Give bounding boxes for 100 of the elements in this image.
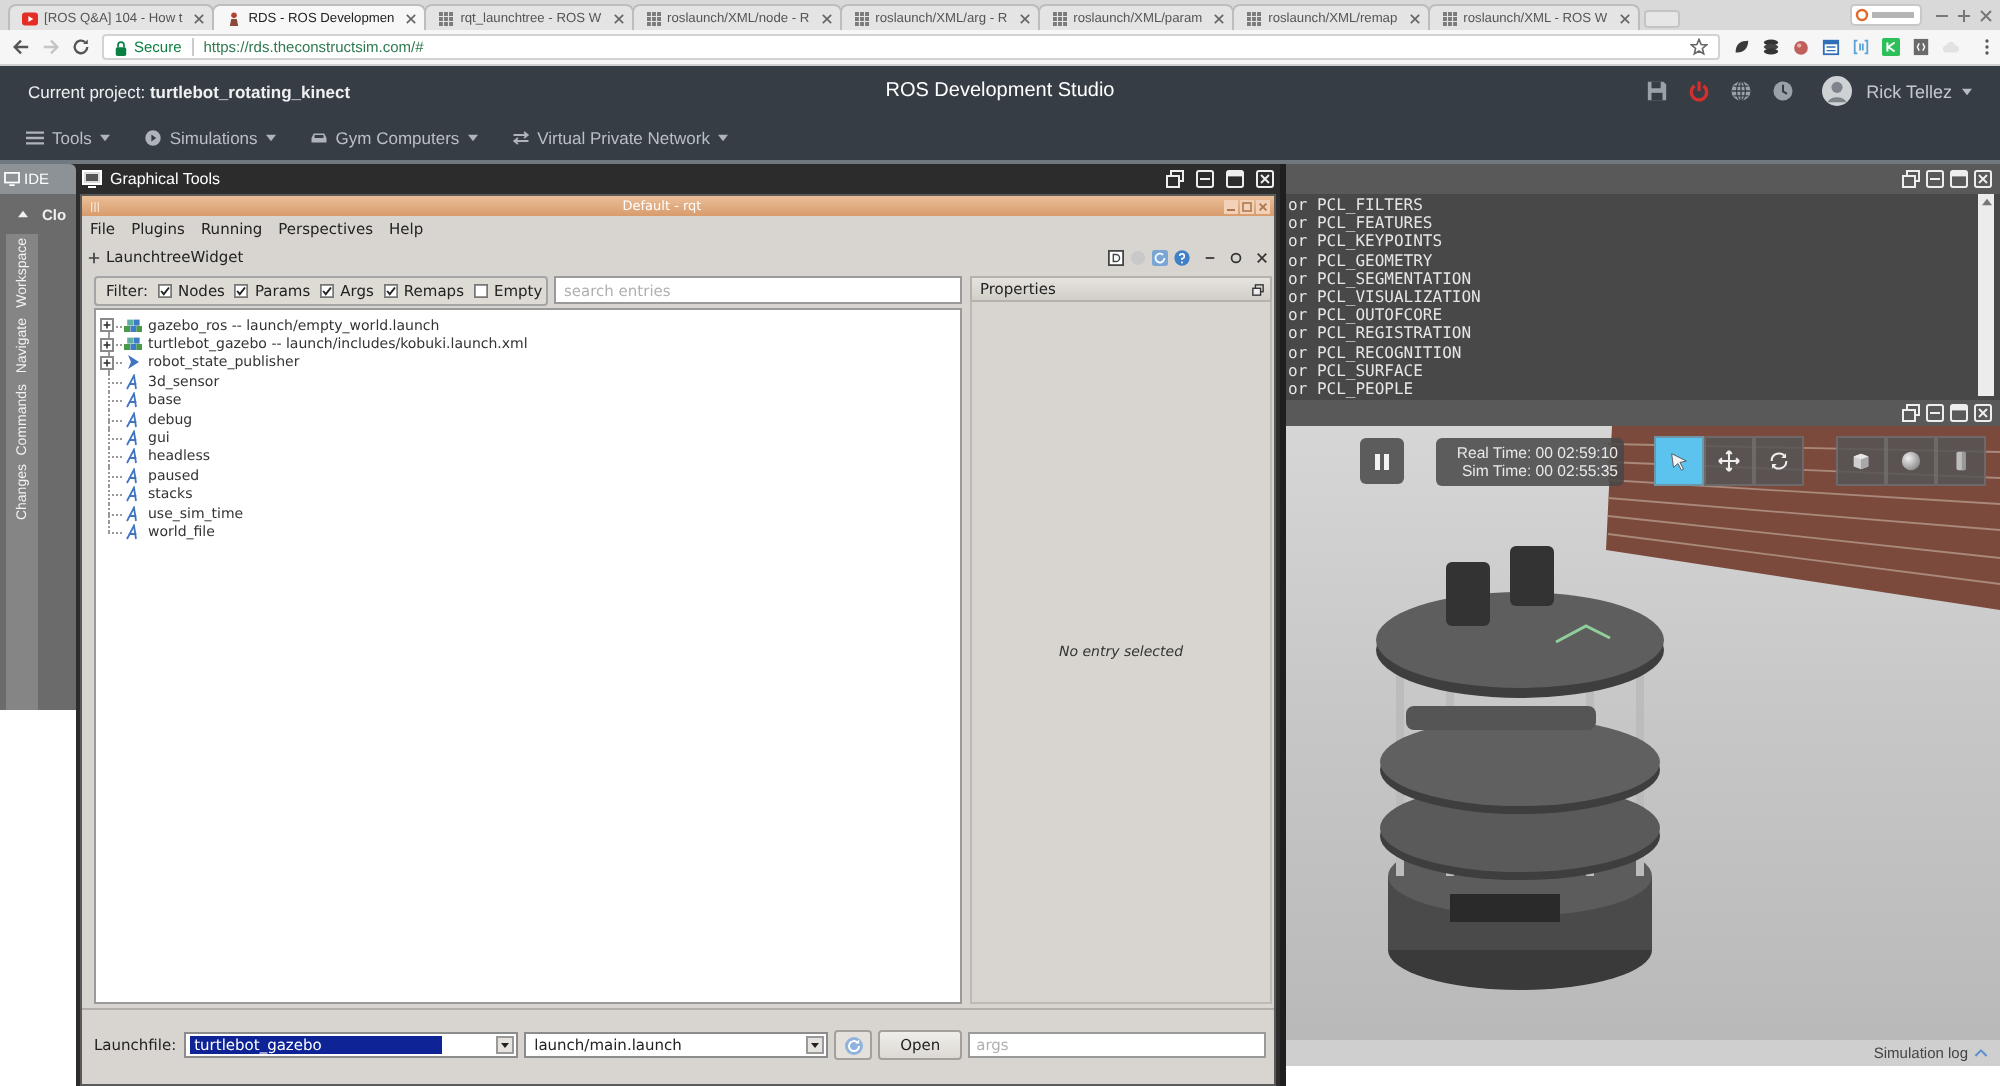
grid-icon [1051,11,1068,25]
reload-icon[interactable] [72,38,90,56]
lock-icon [114,39,128,55]
leaf-icon[interactable] [1732,38,1750,56]
play-circle-icon [143,130,162,146]
terminal-line: or PCL_SURFACE [1288,361,1423,380]
grid-icon [438,11,455,25]
checkbox[interactable] [473,284,488,298]
caret-icon [1962,87,1972,95]
dropdown-icon[interactable] [806,1036,825,1054]
minimize-icon[interactable] [1196,170,1214,188]
scrollbar[interactable] [1978,194,1994,396]
grid-icon [853,11,870,25]
tile-icon[interactable] [1882,38,1900,56]
profile-chip-icon[interactable] [1850,4,1922,26]
tool-button[interactable] [1836,436,1886,486]
avatar-icon [1822,76,1853,106]
rotate-icon [1768,450,1790,472]
frame-icon[interactable] [1108,249,1124,265]
tool-button[interactable] [1886,436,1936,486]
document-icon[interactable] [1912,38,1930,56]
checkbox[interactable] [320,284,335,298]
monitor-icon [4,172,20,186]
user-menu-button[interactable]: Rick Tellez [1866,81,1972,101]
menu-icon [26,130,44,146]
script-a-icon [124,523,142,540]
more-icon[interactable] [1984,38,1990,56]
restore-icon[interactable] [1902,170,1920,188]
minimize-icon[interactable] [1926,404,1944,422]
move-icon [1718,450,1740,472]
pause-button[interactable] [1360,438,1404,484]
tool-button[interactable] [1754,436,1804,486]
terminal-line: or PCL_KEYPOINTS [1288,232,1445,252]
up-caret-icon[interactable] [18,210,28,218]
script-a-icon [124,448,142,465]
menu-button[interactable]: Virtual Private Network [511,128,728,148]
pause-icon [1372,451,1392,471]
monitor-icon [82,170,102,188]
package-icon [124,336,142,353]
expand-icon[interactable] [100,337,114,352]
caret-icon [265,134,276,142]
checkbox[interactable] [383,284,398,298]
menu-button[interactable]: Simulations [143,128,276,148]
play-icon [22,11,38,25]
star-icon[interactable] [1690,38,1708,56]
terminal-line: or PCL_REGISTRATION [1288,324,1474,343]
menu-button[interactable]: Gym Computers [309,128,478,148]
back-icon[interactable] [12,38,30,56]
help-icon[interactable] [1174,249,1190,265]
ball-icon[interactable] [1792,38,1810,56]
script-a-icon [124,373,142,390]
script-a-icon [124,505,142,522]
expand-icon[interactable] [100,355,114,370]
arrow-icon [124,354,142,371]
refresh-icon[interactable] [1152,249,1168,265]
save-icon[interactable] [1646,80,1669,102]
undock-icon[interactable] [1252,283,1264,295]
terminal-line: or PCL_SEGMENTATION [1288,269,1474,288]
globe-icon[interactable] [1730,80,1753,102]
brackets-icon[interactable] [1852,38,1870,56]
tool-button[interactable] [1654,436,1704,486]
app-title: ROS Development Studio [885,80,1115,102]
menu-button[interactable]: Tools [26,128,110,148]
checkbox[interactable] [234,284,249,298]
script-a-icon [124,486,142,503]
package-icon [124,317,142,334]
exchange-icon [511,130,530,146]
restore-icon[interactable] [1902,404,1920,422]
script-a-icon [124,467,142,484]
minimize-icon[interactable] [1926,170,1944,188]
close-icon[interactable] [406,13,417,23]
expand-icon[interactable] [100,318,114,333]
restore-icon[interactable] [1166,170,1184,188]
caret-icon [717,134,728,142]
checkbox[interactable] [157,284,172,298]
grid-icon [1246,11,1263,25]
dropdown-icon[interactable] [496,1036,515,1054]
stack-icon[interactable] [1762,38,1780,56]
close-icon[interactable] [1256,251,1268,263]
car-icon [309,130,328,146]
figure-icon [226,11,243,25]
dock-icon[interactable] [88,251,100,263]
scroll-up-icon[interactable] [1981,198,1991,206]
caret-icon [99,134,110,142]
caret-icon [467,134,478,142]
calendar-icon[interactable] [1822,38,1840,56]
float-icon[interactable] [1230,251,1242,263]
cursor-icon [1668,450,1690,472]
window-title: Graphical Tools [110,170,220,188]
terminal-line: or PCL_VISUALIZATION [1288,287,1483,307]
minimize-icon[interactable] [1204,251,1216,263]
terminal-line: or PCL_PEOPLE [1288,379,1414,399]
tool-button[interactable] [1704,436,1754,486]
script-a-icon [124,430,142,447]
terminal-line: or PCL_RECOGNITION [1288,343,1464,362]
tool-button[interactable] [1936,436,1986,486]
terminal-line: or PCL_FILTERS [1288,196,1425,215]
clock-icon[interactable] [1772,80,1795,102]
refresh-button[interactable] [834,1030,873,1060]
refresh-icon [843,1035,864,1055]
